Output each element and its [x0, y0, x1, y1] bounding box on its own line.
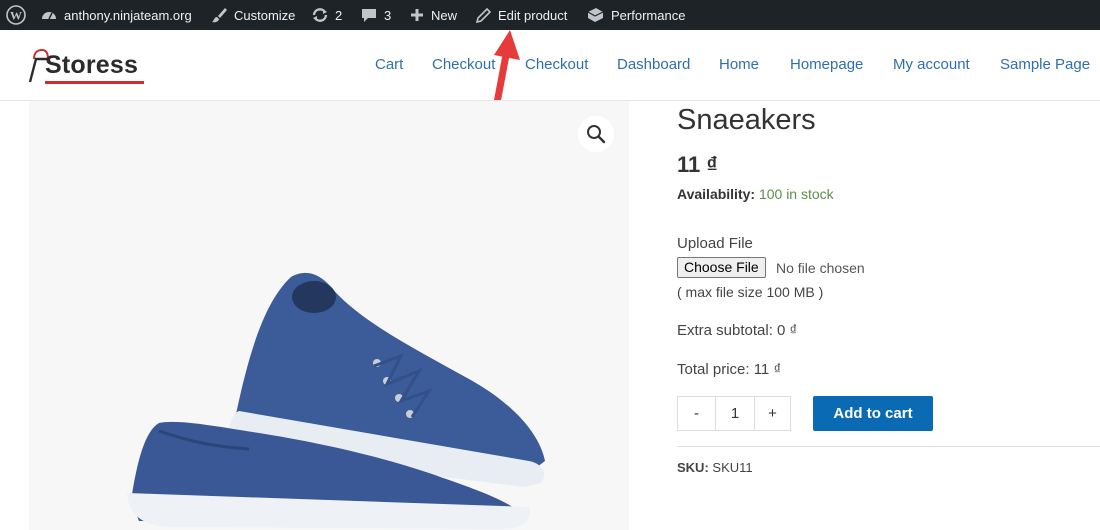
- nav-item-cart[interactable]: Cart: [375, 56, 403, 73]
- magnifier-icon: [587, 125, 606, 144]
- sku-value: SKU11: [712, 460, 753, 475]
- site-name: anthony.ninjateam.org: [64, 7, 192, 23]
- quantity-input[interactable]: 1: [716, 397, 755, 430]
- product-sku: SKU: SKU11: [677, 460, 753, 475]
- extra-subtotal: Extra subtotal: 0 ₫: [677, 322, 798, 339]
- nav-item-homepage[interactable]: Homepage: [790, 56, 863, 73]
- dashboard-icon: [40, 6, 58, 24]
- upload-file-label: Upload File: [677, 235, 753, 252]
- site-header: Storess Cart Checkout Checkout Dashboard…: [0, 30, 1100, 101]
- availability: Availability: 100 in stock: [677, 186, 834, 202]
- comment-icon: [360, 6, 378, 24]
- quantity-plus-button[interactable]: +: [755, 397, 790, 430]
- nav-item-dashboard[interactable]: Dashboard: [617, 56, 690, 73]
- comments-count: 3: [384, 7, 392, 23]
- customize-label: Customize: [234, 7, 296, 23]
- product-image[interactable]: [29, 101, 629, 530]
- performance-label: Performance: [611, 7, 686, 23]
- no-file-chosen-text: No file chosen: [776, 260, 865, 276]
- sku-label: SKU:: [677, 460, 709, 475]
- nav-item-my-account[interactable]: My account: [893, 56, 970, 73]
- nav-item-checkout[interactable]: Checkout: [432, 56, 495, 73]
- updates-count: 2: [335, 7, 343, 23]
- logo-text: Storess: [45, 51, 139, 79]
- availability-label: Availability:: [677, 186, 756, 202]
- product-price: 11 ₫: [677, 152, 718, 177]
- choose-file-button[interactable]: Choose File: [677, 257, 766, 278]
- sneaker-image: [127, 272, 545, 529]
- admin-bar: W anthony.ninjateam.org Customize 2 3 Ne…: [0, 0, 1100, 30]
- edit-product-link[interactable]: Edit product: [475, 0, 567, 30]
- max-file-size-note: ( max file size 100 MB ): [677, 284, 824, 300]
- pencil-icon: [475, 7, 492, 24]
- performance-link[interactable]: Performance: [585, 0, 685, 30]
- quantity-stepper: - 1 +: [677, 396, 791, 431]
- nav-item-sample-page[interactable]: Sample Page: [1000, 56, 1090, 73]
- nav-item-checkout-2[interactable]: Checkout: [525, 56, 588, 73]
- stock-status: 100 in stock: [758, 186, 834, 202]
- svg-text:W: W: [10, 9, 22, 23]
- updates-link[interactable]: 2: [311, 0, 342, 30]
- edit-product-label: Edit product: [498, 7, 568, 23]
- comments-link[interactable]: 3: [360, 0, 391, 30]
- nav-item-home[interactable]: Home: [719, 56, 759, 73]
- zoom-button[interactable]: [578, 116, 614, 152]
- total-price: Total price: 11 ₫: [677, 361, 782, 378]
- paintbrush-icon: [210, 6, 228, 24]
- plus-icon: [409, 7, 425, 23]
- performance-icon: [585, 6, 605, 24]
- divider: [677, 446, 1100, 447]
- product-title: Snaeakers: [677, 104, 816, 136]
- customize-link[interactable]: Customize: [210, 0, 295, 30]
- new-content-link[interactable]: New: [409, 0, 457, 30]
- logo-underline: [45, 81, 144, 84]
- site-name-link[interactable]: anthony.ninjateam.org: [40, 0, 192, 30]
- wordpress-logo-icon[interactable]: W: [6, 0, 26, 30]
- add-to-cart-button[interactable]: Add to cart: [813, 396, 933, 431]
- quantity-minus-button[interactable]: -: [678, 397, 716, 430]
- new-label: New: [431, 7, 458, 23]
- updates-icon: [311, 6, 329, 24]
